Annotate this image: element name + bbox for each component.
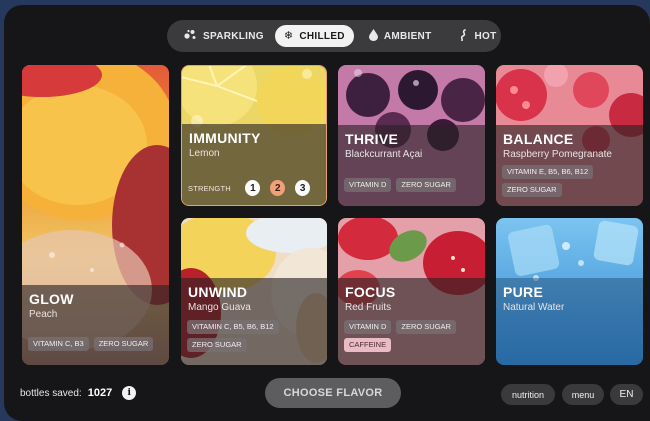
card-title: PURE — [503, 284, 544, 300]
flavor-card-pure[interactable]: PURE Natural Water — [496, 218, 643, 365]
nutrient-tag: ZERO SUGAR — [502, 183, 562, 197]
flavor-card-immunity[interactable]: IMMUNITY Lemon STRENGTH 1 2 3 — [181, 65, 327, 206]
temp-option-label: HOT — [474, 30, 497, 42]
card-subtitle: Blackcurrant Açai — [345, 149, 423, 160]
card-subtitle: Mango Guava — [188, 302, 251, 313]
info-icon[interactable]: i — [122, 386, 137, 400]
flavor-card-focus[interactable]: FOCUS Red Fruits VITAMIN D ZERO SUGAR CA… — [338, 218, 485, 365]
card-title: THRIVE — [345, 131, 399, 147]
card-title: UNWIND — [188, 284, 248, 300]
card-info-panel: IMMUNITY Lemon STRENGTH 1 2 3 — [182, 124, 326, 205]
bottles-saved: bottles saved: 1027 i — [20, 386, 137, 400]
card-tags: VITAMIN C, B5, B6, B12 ZERO SUGAR — [187, 320, 323, 352]
card-title: BALANCE — [503, 131, 574, 147]
flavor-card-balance[interactable]: BALANCE Raspberry Pomegranate VITAMIN E,… — [496, 65, 643, 206]
temp-option-label: CHILLED — [299, 30, 345, 42]
steam-icon — [459, 28, 468, 44]
language-button[interactable]: EN — [610, 384, 643, 405]
snowflake-icon: ❄ — [283, 29, 294, 42]
bottles-saved-label: bottles saved: — [20, 387, 82, 399]
nutrient-tag: ZERO SUGAR — [93, 337, 154, 351]
caffeine-tag: CAFFEINE — [344, 338, 392, 352]
card-tags: VITAMIN E, B5, B6, B12 ZERO SUGAR — [502, 165, 639, 197]
nutrient-tag: ZERO SUGAR — [396, 178, 456, 192]
nutrient-tag: VITAMIN E, B5, B6, B12 — [502, 165, 594, 179]
card-title: FOCUS — [345, 284, 396, 300]
card-info-panel: BALANCE Raspberry Pomegranate VITAMIN E,… — [496, 125, 643, 206]
temp-option-sparkling[interactable]: SPARKLING — [175, 25, 273, 47]
strength-level-1[interactable]: 1 — [245, 180, 261, 196]
temp-option-label: AMBIENT — [383, 30, 432, 42]
card-info-panel: GLOW Peach VITAMIN C, B3 ZERO SUGAR — [22, 285, 169, 365]
nutrient-tag: VITAMIN D — [344, 320, 392, 334]
kiosk-screen: SPARKLING ❄ CHILLED AMBIENT HOT GLOW Pea… — [4, 5, 650, 421]
temp-option-chilled[interactable]: ❄ CHILLED — [274, 25, 354, 47]
nutrient-tag: VITAMIN C, B5, B6, B12 — [187, 320, 279, 334]
card-tags: VITAMIN D ZERO SUGAR — [344, 178, 481, 192]
flavor-card-thrive[interactable]: THRIVE Blackcurrant Açai VITAMIN D ZERO … — [338, 65, 485, 206]
strength-selector: STRENGTH 1 2 3 — [188, 180, 320, 196]
bubbles-icon — [184, 29, 197, 43]
card-title: IMMUNITY — [189, 130, 261, 146]
card-subtitle: Peach — [29, 309, 58, 320]
card-info-panel: THRIVE Blackcurrant Açai VITAMIN D ZERO … — [338, 125, 485, 206]
card-subtitle: Red Fruits — [345, 302, 392, 313]
card-info-panel: FOCUS Red Fruits VITAMIN D ZERO SUGAR CA… — [338, 278, 485, 365]
flavor-card-unwind[interactable]: UNWIND Mango Guava VITAMIN C, B5, B6, B1… — [181, 218, 327, 365]
card-tags: VITAMIN C, B3 ZERO SUGAR — [28, 337, 165, 351]
card-subtitle: Lemon — [189, 148, 220, 159]
menu-button[interactable]: menu — [562, 384, 604, 405]
temperature-selector: SPARKLING ❄ CHILLED AMBIENT HOT — [167, 20, 501, 52]
card-title: GLOW — [29, 291, 74, 307]
choose-flavor-button[interactable]: CHOOSE FLAVOR — [265, 378, 401, 408]
nutrient-tag: VITAMIN C, B3 — [28, 337, 89, 351]
strength-level-2[interactable]: 2 — [270, 180, 286, 196]
nutrient-tag: VITAMIN D — [344, 178, 392, 192]
flavor-card-glow[interactable]: GLOW Peach VITAMIN C, B3 ZERO SUGAR — [22, 65, 169, 365]
nutrition-button[interactable]: nutrition — [501, 384, 555, 405]
card-info-panel: UNWIND Mango Guava VITAMIN C, B5, B6, B1… — [181, 278, 327, 365]
temp-option-hot[interactable]: HOT — [450, 25, 505, 47]
card-subtitle: Raspberry Pomegranate — [503, 149, 612, 160]
temp-option-label: SPARKLING — [203, 30, 264, 42]
nutrient-tag: ZERO SUGAR — [187, 338, 247, 352]
droplet-icon — [368, 28, 378, 44]
strength-level-3[interactable]: 3 — [295, 180, 311, 196]
bottles-saved-count: 1027 — [87, 387, 113, 399]
strength-label: STRENGTH — [188, 183, 231, 193]
card-subtitle: Natural Water — [503, 302, 565, 313]
temp-option-ambient[interactable]: AMBIENT — [360, 25, 441, 47]
card-tags: VITAMIN D ZERO SUGAR CAFFEINE — [344, 320, 481, 352]
card-info-panel: PURE Natural Water — [496, 278, 643, 365]
nutrient-tag: ZERO SUGAR — [396, 320, 456, 334]
